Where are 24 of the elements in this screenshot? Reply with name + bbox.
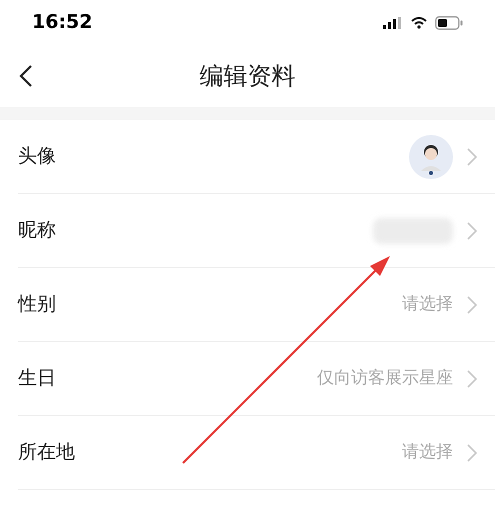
row-label: 头像 [18,144,56,170]
wifi-icon [411,16,427,28]
row-value: 仅向访客展示星座 [317,366,453,390]
avatar-icon [409,134,453,178]
settings-row[interactable]: 生日 仅向访客展示星座 [18,342,495,416]
settings-row[interactable]: 所在地 请选择 [18,416,495,490]
signal-icon [383,16,403,28]
chevron-right-icon [467,222,477,240]
row-value: 请选择 [402,440,453,464]
chevron-right-icon [467,370,477,388]
page-title: 编辑资料 [200,61,296,92]
chevron-right-icon [467,148,477,166]
settings-row[interactable]: 昵称 [18,194,495,268]
status-time: 16:52 [32,10,92,36]
row-label: 性别 [18,292,56,318]
row-label: 所在地 [18,440,75,466]
row-label: 昵称 [18,218,56,244]
row-value: 请选择 [402,292,453,316]
chevron-right-icon [467,296,477,314]
settings-row[interactable]: 头像 [18,120,495,194]
battery-icon [435,16,463,30]
chevron-right-icon [467,444,477,462]
row-label: 生日 [18,366,56,392]
settings-row[interactable]: 性别 请选择 [18,268,495,342]
